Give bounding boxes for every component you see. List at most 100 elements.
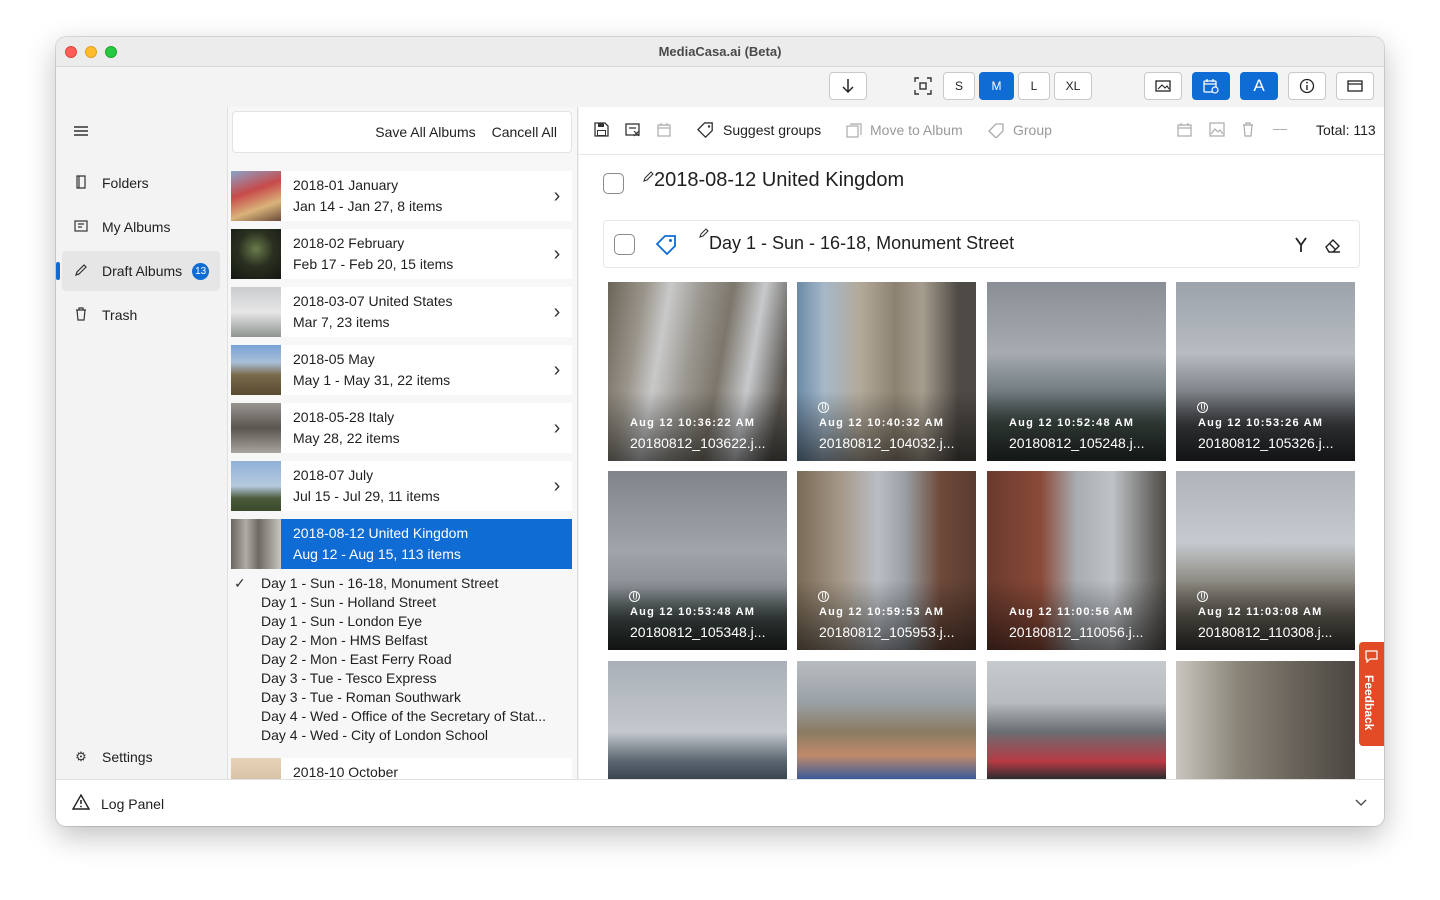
subgroup-header: Day 1 - Sun - 16-18, Monument Street [603,220,1360,268]
panel-toggle-button[interactable] [1336,72,1374,100]
album-title: 2018-05 May [293,351,375,367]
calendar-date-icon [1177,123,1192,137]
globe-icon [629,591,640,602]
album-item[interactable]: 2018-05 May May 1 - May 31, 22 items › [231,345,572,395]
sidebar-item-label: Draft Albums [102,263,183,279]
sidebar-item-folders[interactable]: Folders [62,163,220,203]
set-cover-button[interactable] [1209,122,1225,137]
album-item[interactable]: 2018-03-07 United States Mar 7, 23 items … [231,287,572,337]
album-item[interactable]: 2018-07 July Jul 15 - Jul 29, 11 items › [231,461,572,511]
album-item[interactable]: 2018-02 February Feb 17 - Feb 20, 15 item… [231,229,572,279]
info-icon [1299,78,1315,94]
photo-timestamp: Aug 12 10:40:32 AM [819,417,945,429]
album-subtitle: Feb 17 - Feb 20, 15 items [293,256,454,272]
hamburger-menu-icon [74,126,88,136]
photo-tile[interactable]: Aug 12 10:36:22 AM 20180812_103622.j... [608,282,787,461]
album-item-selected[interactable]: 2018-08-12 United Kingdom Aug 12 - Aug 15… [231,519,572,569]
photo-timestamp: Aug 12 11:03:08 AM [1198,606,1323,618]
feedback-icon [1365,650,1378,663]
photo-filename: 20180812_104032.j... [819,435,955,451]
album-title: 2018-05-28 Italy [293,409,395,425]
tag-icon[interactable] [654,232,679,257]
draft-count-badge: 13 [192,262,210,280]
minimize-window-button[interactable] [85,46,97,58]
group-select-checkbox[interactable] [603,173,624,194]
day-list-item[interactable]: Day 4 - Wed - Office of the Secretary of… [261,708,571,724]
album-item[interactable]: 2018-05-28 Italy May 28, 22 items › [231,403,572,453]
photo-timestamp: Aug 12 10:53:26 AM [1198,417,1324,429]
day-list-item[interactable]: Day 2 - Mon - HMS Belfast [261,632,571,648]
chevron-down-icon[interactable] [1355,799,1367,807]
photo-tile[interactable] [1176,661,1355,779]
chevron-right-icon: › [553,474,561,497]
size-l-button[interactable]: L [1018,72,1050,100]
sidebar-item-trash[interactable]: Trash [62,295,220,335]
date-button[interactable] [657,122,671,137]
image-view-button[interactable] [1144,72,1182,100]
album-item[interactable]: 2018-10 October [231,758,572,779]
photo-tile[interactable]: Aug 12 10:53:26 AM 20180812_105326.j... [1176,282,1355,461]
size-s-button[interactable]: S [943,72,975,100]
subgroup-select-checkbox[interactable] [614,234,635,255]
menu-button[interactable] [74,124,88,142]
photo-tile[interactable]: Aug 12 10:40:32 AM 20180812_104032.j... [797,282,976,461]
suggest-groups-label: Suggest groups [723,122,822,138]
size-xl-button[interactable]: XL [1054,72,1092,100]
close-window-button[interactable] [65,46,77,58]
photo-filename: 20180812_105953.j... [819,624,955,640]
photo-filename: 20180812_103622.j... [630,435,766,451]
album-thumbnail [231,403,281,453]
day-list-item[interactable]: Day 1 - Sun - 16-18, Monument Street [261,575,571,591]
day-list-item[interactable]: Day 4 - Wed - City of London School [261,727,571,743]
group-button[interactable]: Group [988,122,1052,138]
log-panel[interactable]: Log Panel [56,779,1384,826]
main-panel: Suggest groups Move to Album Group — Tot… [579,107,1384,779]
day-list-item[interactable]: Day 1 - Sun - Holland Street [261,594,571,610]
photo-tile[interactable]: Aug 12 10:59:53 AM 20180812_105953.j... [797,471,976,650]
font-button[interactable]: A [1240,72,1278,100]
download-button[interactable] [829,72,867,100]
discard-button[interactable] [625,122,642,137]
sidebar-item-my-albums[interactable]: My Albums [62,207,220,247]
album-thumbnail [231,287,281,337]
album-thumbnail [231,519,281,569]
calendar-view-button[interactable] [1192,72,1230,100]
photo-tile[interactable]: Aug 12 11:00:56 AM 20180812_110056.j... [987,471,1166,650]
sidebar: Folders My Albums Draft Albums 13 Trash … [56,107,226,779]
suggest-groups-button[interactable]: Suggest groups [697,122,821,138]
photo-tile[interactable]: Aug 12 11:03:08 AM 20180812_110308.j... [1176,471,1355,650]
day-list-item[interactable]: Day 2 - Mon - East Ferry Road [261,651,571,667]
merge-icon[interactable] [1294,237,1308,253]
albums-header: Save All Albums Cancell All [232,111,572,153]
album-subtitle: Mar 7, 23 items [293,314,390,330]
photo-tile[interactable]: Aug 12 10:52:48 AM 20180812_105248.j... [987,282,1166,461]
cancel-all-button[interactable]: Cancell All [492,124,557,140]
photo-tile[interactable] [987,661,1166,779]
move-to-album-button[interactable]: Move to Album [846,122,963,138]
save-button[interactable] [594,122,609,137]
date-range-button[interactable] [1177,122,1192,137]
photo-tile[interactable] [608,661,787,779]
delete-button[interactable] [1242,122,1254,137]
day-list-item[interactable]: Day 3 - Tue - Roman Southwark [261,689,571,705]
photo-tile[interactable]: Aug 12 10:53:48 AM 20180812_105348.j... [608,471,787,650]
info-button[interactable] [1288,72,1326,100]
photo-timestamp: Aug 12 10:52:48 AM [1009,417,1135,429]
top-toolbar: S M L XL A [56,67,1384,107]
album-item[interactable]: 2018-01 January Jan 14 - Jan 27, 8 items … [231,171,572,221]
zoom-window-button[interactable] [105,46,117,58]
save-all-albums-button[interactable]: Save All Albums [375,124,475,140]
day-list-item[interactable]: Day 3 - Tue - Tesco Express [261,670,571,686]
sidebar-item-draft-albums[interactable]: Draft Albums 13 [56,251,220,291]
fit-screen-button[interactable] [914,77,932,100]
gear-icon: ⚙ [75,749,87,764]
size-m-button[interactable]: M [979,72,1014,100]
sidebar-item-label: Trash [102,307,138,323]
day-list-item[interactable]: Day 1 - Sun - London Eye [261,613,571,629]
feedback-tab[interactable]: Feedback [1359,642,1384,746]
sidebar-item-settings[interactable]: ⚙ Settings [62,737,220,777]
sidebar-item-label: Folders [102,175,149,191]
photo-tile[interactable] [797,661,976,779]
collapse-button[interactable]: — [1273,120,1287,136]
eraser-icon[interactable] [1324,236,1342,254]
